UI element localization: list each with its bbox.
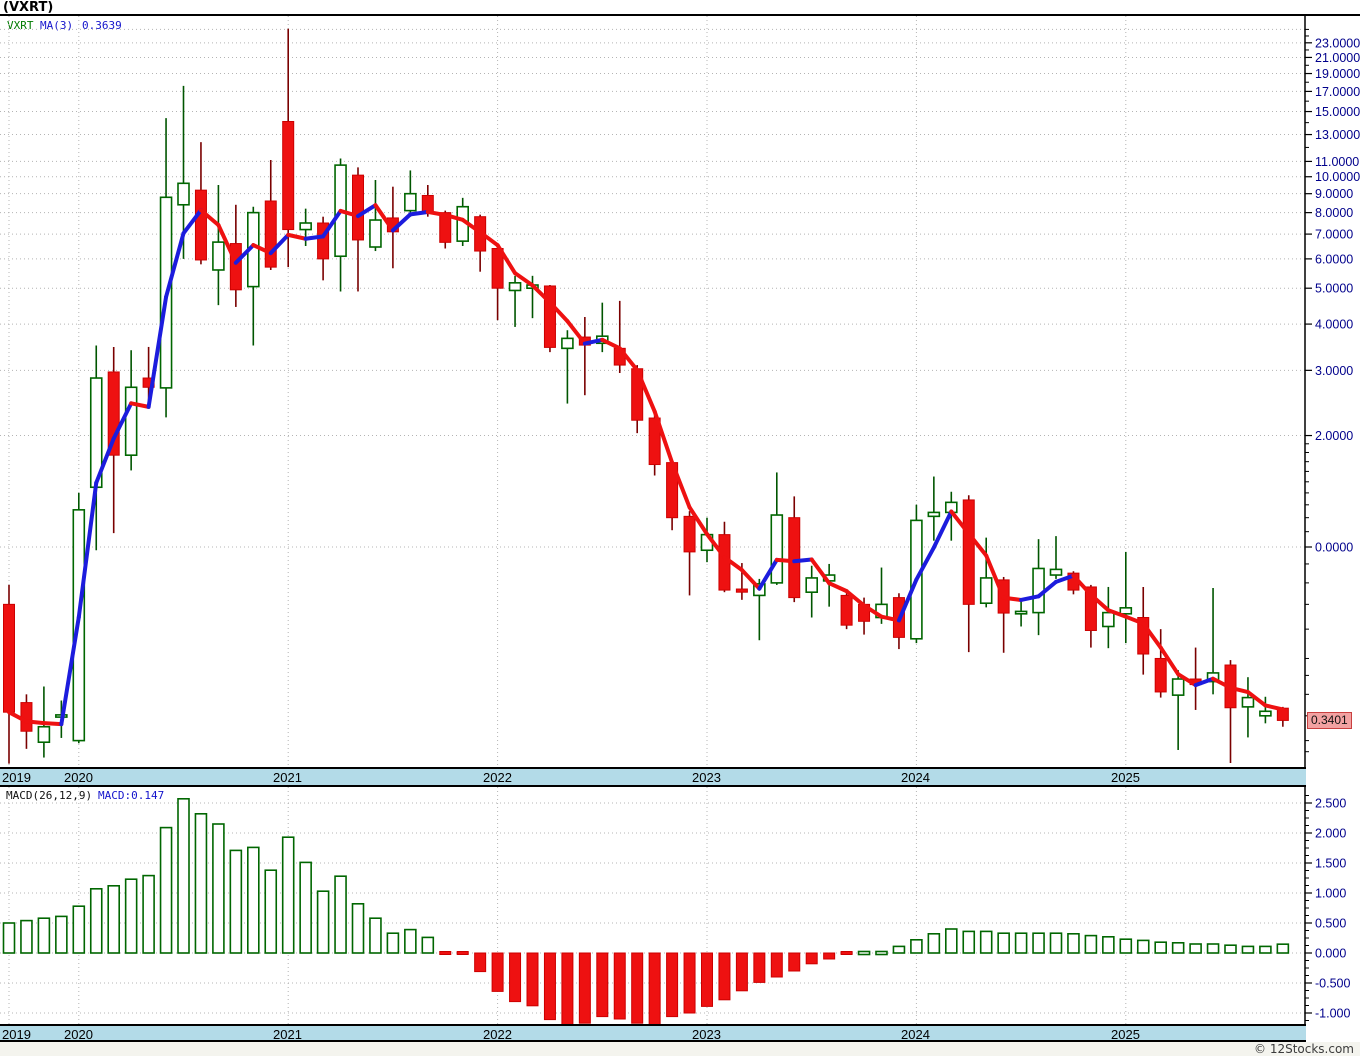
last-price-tag: 0.3401 bbox=[1307, 712, 1352, 729]
window-title-bar: (VXRT) bbox=[0, 0, 1360, 16]
svg-text:7.0000: 7.0000 bbox=[1315, 228, 1353, 242]
svg-text:10.0000: 10.0000 bbox=[1315, 170, 1360, 184]
stock-chart-page: { "title": "(VXRT)", "legend": { "symbol… bbox=[0, 0, 1360, 1056]
year-label-2020: 2020 bbox=[64, 770, 93, 785]
year-label-2020: 2020 bbox=[64, 1027, 93, 1042]
svg-text:1.000: 1.000 bbox=[1315, 887, 1346, 901]
svg-text:-0.500: -0.500 bbox=[1315, 977, 1350, 991]
year-label-2025: 2025 bbox=[1111, 1027, 1140, 1042]
year-label-2021: 2021 bbox=[273, 770, 302, 785]
svg-text:6.0000: 6.0000 bbox=[1315, 252, 1353, 266]
svg-text:19.0000: 19.0000 bbox=[1315, 67, 1360, 81]
x-axis-band-top: 2019 2020 2021 2022 2023 2024 2025 bbox=[0, 767, 1306, 787]
svg-text:23.0000: 23.0000 bbox=[1315, 36, 1360, 50]
svg-text:1.500: 1.500 bbox=[1315, 857, 1346, 871]
svg-text:8.0000: 8.0000 bbox=[1315, 206, 1353, 220]
svg-text:0.500: 0.500 bbox=[1315, 917, 1346, 931]
year-label-2021: 2021 bbox=[273, 1027, 302, 1042]
svg-text:0.000: 0.000 bbox=[1315, 947, 1346, 961]
svg-text:3.0000: 3.0000 bbox=[1315, 364, 1353, 378]
year-label-2024: 2024 bbox=[901, 770, 930, 785]
svg-text:5.0000: 5.0000 bbox=[1315, 282, 1353, 296]
svg-text:15.0000: 15.0000 bbox=[1315, 105, 1360, 119]
year-label-2023: 2023 bbox=[692, 770, 721, 785]
price-candlestick-chart: 23.000021.0000 19.0000 17.0000 15.0000 13.00… bbox=[0, 16, 1360, 767]
year-label-2023: 2023 bbox=[692, 1027, 721, 1042]
year-label-2022: 2022 bbox=[483, 770, 512, 785]
year-label-2019: 2019 bbox=[2, 1027, 31, 1042]
x-axis-band-bottom: 2019 2020 2021 2022 2023 2024 2025 bbox=[0, 1024, 1306, 1042]
svg-text:2.0000: 2.0000 bbox=[1315, 429, 1353, 443]
macd-plot: 2.500 2.000 1.500 1.000 0.500 0.000 -0.500 -1.0… bbox=[0, 787, 1350, 1024]
year-label-2019: 2019 bbox=[2, 770, 31, 785]
svg-text:21.0000: 21.0000 bbox=[1315, 51, 1360, 65]
price-plot: 23.000021.0000 19.0000 17.0000 15.0000 13.00… bbox=[0, 16, 1360, 767]
svg-text:11.0000: 11.0000 bbox=[1315, 155, 1359, 169]
copyright-label: © 12Stocks.com bbox=[1254, 1042, 1354, 1056]
year-label-2024: 2024 bbox=[901, 1027, 930, 1042]
svg-text:13.0000: 13.0000 bbox=[1315, 128, 1360, 142]
svg-text:2.500: 2.500 bbox=[1315, 797, 1346, 811]
macd-histogram-chart: 2.500 2.000 1.500 1.000 0.500 0.000 -0.500 -1.0… bbox=[0, 787, 1350, 1024]
svg-text:17.0000: 17.0000 bbox=[1315, 85, 1360, 99]
footer-bar: © 12Stocks.com bbox=[0, 1042, 1360, 1056]
svg-text:0.0000: 0.0000 bbox=[1315, 541, 1353, 555]
svg-text:2.000: 2.000 bbox=[1315, 827, 1346, 841]
year-label-2025: 2025 bbox=[1111, 770, 1140, 785]
svg-text:4.0000: 4.0000 bbox=[1315, 318, 1353, 332]
year-label-2022: 2022 bbox=[483, 1027, 512, 1042]
page-title: (VXRT) bbox=[3, 0, 54, 15]
svg-text:-1.000: -1.000 bbox=[1315, 1007, 1350, 1021]
svg-text:9.0000: 9.0000 bbox=[1315, 187, 1353, 201]
